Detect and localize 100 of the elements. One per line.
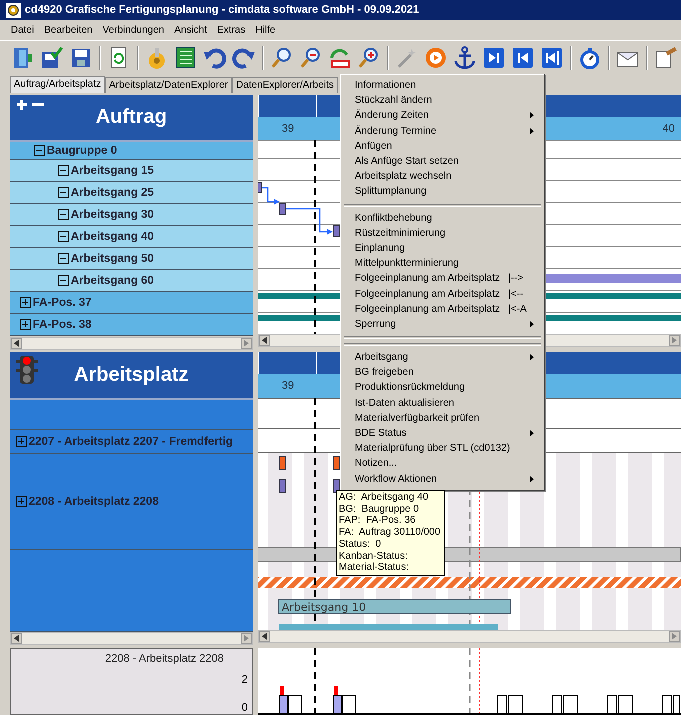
tooltip-line: FA: Auftrag 30110/000 bbox=[339, 527, 441, 539]
submenu-arrow-icon bbox=[530, 430, 534, 438]
task-marker[interactable] bbox=[258, 182, 262, 194]
tree-row[interactable]: Arbeitsgang 25 bbox=[10, 182, 253, 204]
tree-row-label: 2207 - Arbeitsplatz 2207 - Fremdfertig bbox=[29, 436, 234, 448]
task-marker[interactable] bbox=[334, 226, 340, 238]
collapse-box-icon[interactable] bbox=[58, 165, 69, 176]
tab[interactable]: Auftrag/Arbeitsplatz bbox=[10, 76, 106, 93]
horizontal-scrollbar[interactable] bbox=[10, 632, 253, 645]
dependency-arrow bbox=[262, 187, 280, 205]
tree-row[interactable]: Arbeitsgang 30 bbox=[10, 204, 253, 226]
tooltip-line: Status: 0 bbox=[339, 538, 382, 551]
tree-row[interactable]: FA-Pos. 37 bbox=[10, 292, 253, 314]
tree-row-label: FA-Pos. 37 bbox=[33, 296, 92, 308]
tree-row[interactable]: Arbeitsgang 15 bbox=[10, 160, 253, 182]
context-menu-item[interactable]: Notizen... bbox=[343, 456, 542, 472]
skip-start-icon bbox=[511, 46, 535, 70]
menu-item[interactable]: Verbindungen bbox=[98, 24, 170, 36]
left-arrow-icon bbox=[14, 340, 19, 347]
task-marker[interactable] bbox=[280, 204, 286, 216]
skip-end-icon bbox=[482, 46, 506, 70]
load-bar bbox=[280, 696, 288, 714]
expand-box-icon[interactable] bbox=[16, 496, 27, 507]
context-menu-item[interactable]: Folgeeinplanung am Arbeitsplatz |<-- bbox=[343, 286, 542, 302]
menu-item[interactable]: Datei bbox=[6, 24, 40, 36]
task-marker[interactable] bbox=[334, 456, 340, 470]
context-menu-item[interactable]: Arbeitsplatz wechseln bbox=[343, 169, 542, 184]
axis-label: 0 bbox=[242, 702, 248, 714]
context-menu-item[interactable]: Splittumplanung bbox=[343, 184, 542, 200]
left-arrow-icon bbox=[262, 337, 267, 344]
context-menu-item[interactable]: Folgeeinplanung am Arbeitsplatz |--> bbox=[343, 271, 542, 286]
expand-box-icon[interactable] bbox=[20, 297, 31, 308]
tree-row[interactable]: Baugruppe 0 bbox=[10, 142, 253, 160]
context-menu-item[interactable]: Folgeeinplanung am Arbeitsplatz |<-A bbox=[343, 302, 542, 317]
tree-row[interactable]: Arbeitsgang 60 bbox=[10, 270, 253, 292]
context-menu-item[interactable]: Rüstzeitminimierung bbox=[343, 226, 542, 241]
overload-bar bbox=[280, 686, 284, 696]
menu-item[interactable]: Hilfe bbox=[250, 24, 281, 36]
context-menu-item[interactable]: Informationen bbox=[343, 78, 542, 94]
load-bar bbox=[334, 696, 342, 714]
collapse-box-icon[interactable] bbox=[58, 275, 69, 286]
panel-title: Auftrag bbox=[96, 106, 168, 129]
horizontal-scrollbar[interactable] bbox=[258, 630, 681, 643]
collapse-box-icon[interactable] bbox=[58, 187, 69, 198]
zoom-in-icon bbox=[357, 46, 381, 70]
task-marker[interactable] bbox=[280, 480, 286, 494]
tab[interactable]: Arbeitsplatz/DatenExplorer bbox=[105, 77, 232, 93]
tree-row-label: Arbeitsgang 25 bbox=[71, 186, 154, 198]
tree-row[interactable]: Arbeitsgang 40 bbox=[10, 226, 253, 248]
context-menu-item[interactable]: Sperrung bbox=[343, 316, 542, 332]
context-menu-item[interactable]: Stückzahl ändern bbox=[343, 93, 542, 108]
expand-box-icon[interactable] bbox=[16, 436, 27, 447]
menu-item[interactable]: Extras bbox=[212, 24, 251, 36]
right-arrow-icon bbox=[672, 337, 677, 344]
context-menu-item[interactable]: Als Anfüge Start setzen bbox=[343, 154, 542, 170]
toolbar-button[interactable] bbox=[452, 44, 478, 70]
menu-item[interactable]: Ansicht bbox=[169, 24, 212, 36]
submenu-arrow-icon bbox=[530, 128, 534, 135]
scroll-left-button[interactable] bbox=[11, 633, 22, 644]
context-menu-item[interactable]: Materialverfügbarkeit prüfen bbox=[343, 410, 542, 426]
context-menu-item[interactable]: Materialprüfung über STL (cd0132) bbox=[343, 441, 542, 456]
traffic-light-icon bbox=[16, 356, 38, 384]
collapse-box-icon[interactable] bbox=[58, 209, 69, 220]
menu-item[interactable]: Bearbeiten bbox=[39, 24, 98, 36]
tree-row[interactable]: Arbeitsgang 50 bbox=[10, 248, 253, 270]
scroll-left-button[interactable] bbox=[11, 338, 22, 349]
context-menu-item[interactable]: Anfügen bbox=[343, 138, 542, 154]
context-menu-item[interactable]: Arbeitsgang bbox=[343, 350, 542, 366]
skip-start-bar-icon bbox=[540, 46, 564, 70]
tree-row[interactable]: FA-Pos. 38 bbox=[10, 314, 253, 336]
toolbar-button[interactable] bbox=[39, 44, 65, 70]
tooltip-line: Material-Status: bbox=[339, 562, 410, 574]
scroll-left-button[interactable] bbox=[259, 335, 270, 346]
context-menu-item[interactable]: BG freigeben bbox=[343, 365, 542, 380]
collapse-box-icon[interactable] bbox=[34, 145, 45, 156]
task-bar[interactable] bbox=[278, 600, 512, 614]
horizontal-scrollbar[interactable] bbox=[10, 337, 253, 350]
tree-row[interactable]: 2207 - Arbeitsplatz 2207 - Fremdfertig bbox=[10, 430, 253, 454]
right-arrow-icon bbox=[244, 635, 249, 642]
context-menu-item[interactable]: Produktionsrückmeldung bbox=[343, 380, 542, 396]
scroll-left-button[interactable] bbox=[259, 631, 270, 642]
submenu-arrow-icon bbox=[530, 476, 534, 483]
week-label: 39 bbox=[282, 122, 294, 134]
right-arrow-icon bbox=[244, 340, 249, 347]
expand-collapse-icon[interactable] bbox=[16, 99, 46, 111]
context-menu-item[interactable]: Änderung Zeiten bbox=[343, 108, 542, 124]
context-menu-item[interactable]: Ist-Daten aktualisieren bbox=[343, 396, 542, 411]
tab[interactable]: DatenExplorer/Arbeits bbox=[232, 77, 338, 93]
task-marker[interactable] bbox=[280, 456, 286, 470]
context-menu-item[interactable]: Einplanung bbox=[343, 240, 542, 256]
context-menu-item[interactable]: BDE Status bbox=[343, 426, 542, 442]
collapse-box-icon[interactable] bbox=[58, 231, 69, 242]
expand-box-icon[interactable] bbox=[20, 319, 31, 330]
tree-row[interactable]: 2208 - Arbeitsplatz 2208 bbox=[10, 454, 253, 550]
context-menu-item[interactable]: Konfliktbehebung bbox=[343, 210, 542, 226]
context-menu-item[interactable]: Mittelpunktterminierung bbox=[343, 256, 542, 272]
list-icon bbox=[174, 46, 198, 70]
collapse-box-icon[interactable] bbox=[58, 253, 69, 264]
context-menu-item[interactable]: Workflow Aktionen bbox=[343, 472, 542, 487]
context-menu-item[interactable]: Änderung Termine bbox=[343, 124, 542, 139]
